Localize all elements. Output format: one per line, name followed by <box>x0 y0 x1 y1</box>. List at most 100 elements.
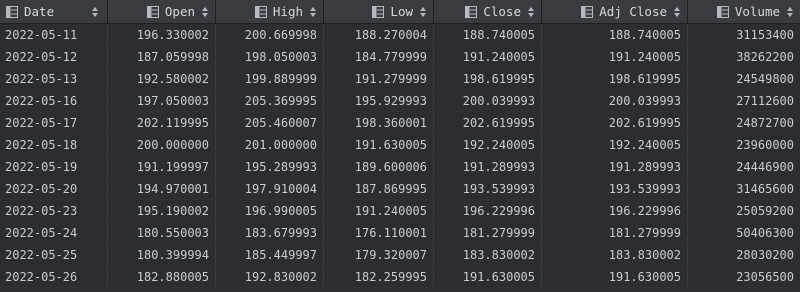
sort-arrows-icon[interactable] <box>419 6 427 18</box>
cell-date[interactable]: 2022-05-25 <box>0 244 108 265</box>
cell-adj-close[interactable]: 188.740005 <box>542 24 688 45</box>
cell-close[interactable]: 192.240005 <box>434 134 542 155</box>
cell-high[interactable]: 205.369995 <box>216 90 324 111</box>
cell-low[interactable]: 191.630005 <box>324 134 434 155</box>
cell-volume[interactable]: 23056500 <box>688 266 800 287</box>
cell-volume[interactable]: 24446900 <box>688 156 800 177</box>
cell-open[interactable]: 200.000000 <box>108 134 216 155</box>
cell-low[interactable]: 188.270004 <box>324 24 434 45</box>
cell-volume[interactable]: 27112600 <box>688 90 800 111</box>
table-row[interactable]: 2022-05-26 182.880005 192.830002 182.259… <box>0 266 800 288</box>
cell-open[interactable]: 182.880005 <box>108 266 216 287</box>
cell-adj-close[interactable]: 198.619995 <box>542 68 688 89</box>
cell-close[interactable]: 183.830002 <box>434 244 542 265</box>
column-header-volume[interactable]: Volume <box>688 0 800 23</box>
cell-close[interactable]: 198.619995 <box>434 68 542 89</box>
cell-close[interactable]: 188.740005 <box>434 24 542 45</box>
cell-adj-close[interactable]: 200.039993 <box>542 90 688 111</box>
cell-volume[interactable]: 50406300 <box>688 222 800 243</box>
cell-high[interactable]: 199.889999 <box>216 68 324 89</box>
table-row[interactable]: 2022-05-19 191.199997 195.289993 189.600… <box>0 156 800 178</box>
cell-date[interactable]: 2022-05-11 <box>0 24 108 45</box>
table-row[interactable]: 2022-05-12 187.059998 198.050003 184.779… <box>0 46 800 68</box>
table-row[interactable]: 2022-05-11 196.330002 200.669998 188.270… <box>0 24 800 46</box>
column-header-open[interactable]: Open <box>108 0 216 23</box>
cell-volume[interactable]: 31465600 <box>688 178 800 199</box>
cell-date[interactable]: 2022-05-17 <box>0 112 108 133</box>
cell-adj-close[interactable]: 193.539993 <box>542 178 688 199</box>
cell-low[interactable]: 187.869995 <box>324 178 434 199</box>
cell-high[interactable]: 196.990005 <box>216 200 324 221</box>
cell-date[interactable]: 2022-05-26 <box>0 266 108 287</box>
table-row[interactable]: 2022-05-13 192.580002 199.889999 191.279… <box>0 68 800 90</box>
cell-close[interactable]: 181.279999 <box>434 222 542 243</box>
cell-adj-close[interactable]: 202.619995 <box>542 112 688 133</box>
cell-adj-close[interactable]: 192.240005 <box>542 134 688 155</box>
cell-volume[interactable]: 38262200 <box>688 46 800 67</box>
cell-adj-close[interactable]: 191.240005 <box>542 46 688 67</box>
cell-low[interactable]: 179.320007 <box>324 244 434 265</box>
cell-date[interactable]: 2022-05-24 <box>0 222 108 243</box>
cell-open[interactable]: 192.580002 <box>108 68 216 89</box>
table-row[interactable]: 2022-05-20 194.970001 197.910004 187.869… <box>0 178 800 200</box>
cell-open[interactable]: 195.190002 <box>108 200 216 221</box>
column-header-date[interactable]: Date <box>0 0 108 23</box>
cell-open[interactable]: 191.199997 <box>108 156 216 177</box>
cell-volume[interactable]: 23960000 <box>688 134 800 155</box>
table-row[interactable]: 2022-05-17 202.119995 205.460007 198.360… <box>0 112 800 134</box>
column-header-adj-close[interactable]: Adj Close <box>542 0 688 23</box>
column-header-high[interactable]: High <box>216 0 324 23</box>
cell-open[interactable]: 202.119995 <box>108 112 216 133</box>
cell-high[interactable]: 183.679993 <box>216 222 324 243</box>
cell-close[interactable]: 193.539993 <box>434 178 542 199</box>
cell-volume[interactable]: 24872700 <box>688 112 800 133</box>
cell-low[interactable]: 191.279999 <box>324 68 434 89</box>
cell-close[interactable]: 200.039993 <box>434 90 542 111</box>
cell-high[interactable]: 185.449997 <box>216 244 324 265</box>
cell-high[interactable]: 201.000000 <box>216 134 324 155</box>
cell-low[interactable]: 182.259995 <box>324 266 434 287</box>
cell-high[interactable]: 195.289993 <box>216 156 324 177</box>
cell-date[interactable]: 2022-05-16 <box>0 90 108 111</box>
cell-low[interactable]: 189.600006 <box>324 156 434 177</box>
cell-volume[interactable]: 28030200 <box>688 244 800 265</box>
cell-high[interactable]: 197.910004 <box>216 178 324 199</box>
cell-low[interactable]: 184.779999 <box>324 46 434 67</box>
cell-low[interactable]: 198.360001 <box>324 112 434 133</box>
cell-open[interactable]: 180.550003 <box>108 222 216 243</box>
cell-open[interactable]: 180.399994 <box>108 244 216 265</box>
sort-arrows-icon[interactable] <box>91 6 99 18</box>
cell-date[interactable]: 2022-05-12 <box>0 46 108 67</box>
cell-open[interactable]: 187.059998 <box>108 46 216 67</box>
column-header-close[interactable]: Close <box>434 0 542 23</box>
cell-date[interactable]: 2022-05-23 <box>0 200 108 221</box>
cell-adj-close[interactable]: 191.630005 <box>542 266 688 287</box>
sort-arrows-icon[interactable] <box>309 6 317 18</box>
table-row[interactable]: 2022-05-23 195.190002 196.990005 191.240… <box>0 200 800 222</box>
sort-arrows-icon[interactable] <box>786 6 794 18</box>
table-row[interactable]: 2022-05-24 180.550003 183.679993 176.110… <box>0 222 800 244</box>
cell-close[interactable]: 191.289993 <box>434 156 542 177</box>
cell-low[interactable]: 176.110001 <box>324 222 434 243</box>
cell-open[interactable]: 194.970001 <box>108 178 216 199</box>
cell-volume[interactable]: 25059200 <box>688 200 800 221</box>
column-header-low[interactable]: Low <box>324 0 434 23</box>
cell-volume[interactable]: 24549800 <box>688 68 800 89</box>
cell-high[interactable]: 192.830002 <box>216 266 324 287</box>
cell-close[interactable]: 202.619995 <box>434 112 542 133</box>
cell-low[interactable]: 191.240005 <box>324 200 434 221</box>
cell-volume[interactable]: 31153400 <box>688 24 800 45</box>
cell-open[interactable]: 196.330002 <box>108 24 216 45</box>
cell-adj-close[interactable]: 196.229996 <box>542 200 688 221</box>
cell-date[interactable]: 2022-05-13 <box>0 68 108 89</box>
cell-high[interactable]: 200.669998 <box>216 24 324 45</box>
cell-close[interactable]: 191.240005 <box>434 46 542 67</box>
table-row[interactable]: 2022-05-18 200.000000 201.000000 191.630… <box>0 134 800 156</box>
sort-arrows-icon[interactable] <box>673 6 681 18</box>
cell-date[interactable]: 2022-05-18 <box>0 134 108 155</box>
table-row[interactable]: 2022-05-16 197.050003 205.369995 195.929… <box>0 90 800 112</box>
cell-high[interactable]: 205.460007 <box>216 112 324 133</box>
cell-close[interactable]: 196.229996 <box>434 200 542 221</box>
cell-close[interactable]: 191.630005 <box>434 266 542 287</box>
cell-adj-close[interactable]: 191.289993 <box>542 156 688 177</box>
